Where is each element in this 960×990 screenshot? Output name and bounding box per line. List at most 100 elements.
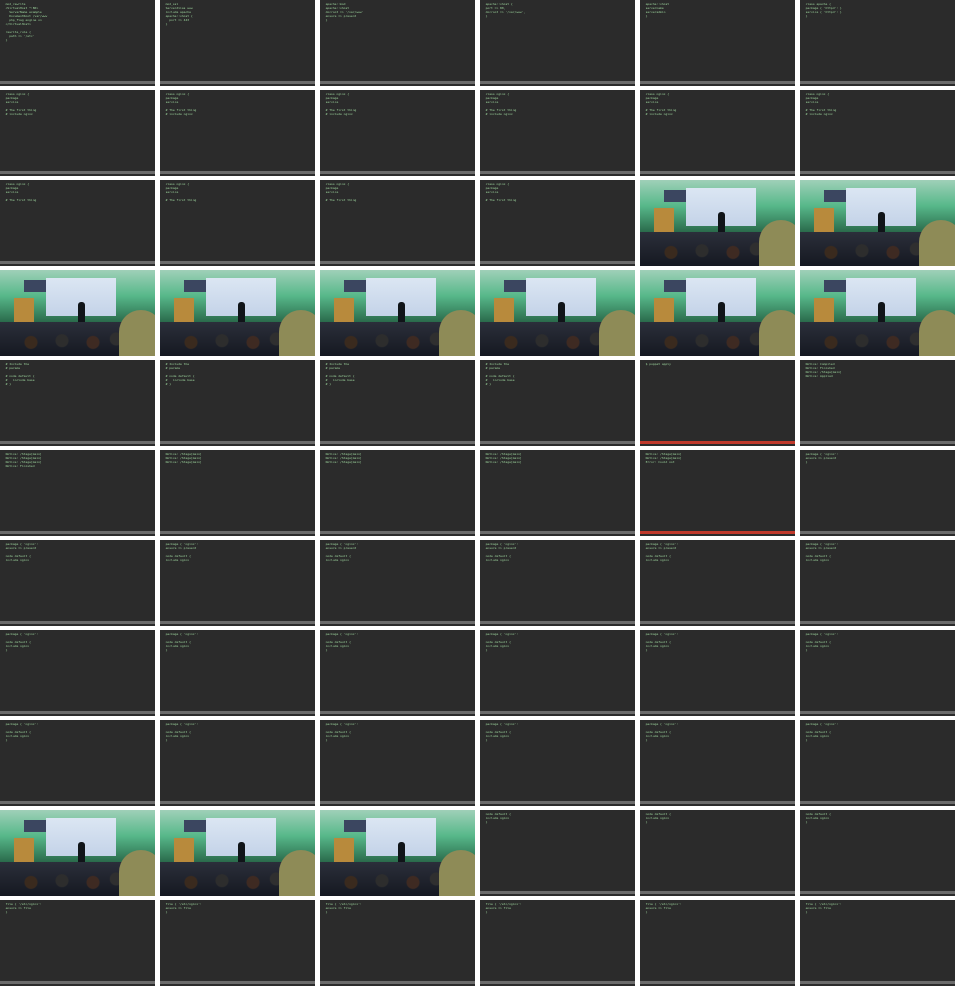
- photo-viewer: [439, 310, 475, 356]
- terminal-tile: class nginx { package service # The firs…: [640, 90, 795, 176]
- status-bar: [480, 531, 635, 534]
- status-bar: [0, 261, 155, 264]
- status-bar: [0, 81, 155, 84]
- status-bar: [800, 891, 955, 894]
- terminal-code: class nginx { package service # The firs…: [642, 92, 793, 168]
- terminal-tile: apache::vhost servername serveradmin }: [640, 0, 795, 86]
- photo-logo: [184, 820, 206, 832]
- terminal-code: class apache { package { 'httpd': } serv…: [802, 2, 953, 78]
- terminal-tile: # Include the # params # node default { …: [160, 360, 315, 446]
- code-line: # include nginx: [322, 112, 353, 116]
- photo-logo: [184, 280, 206, 292]
- status-bar: [640, 891, 795, 894]
- terminal-tile: package { 'nginx': node default { includ…: [800, 630, 955, 716]
- terminal-code: apache::vhost { port => 80, docroot => '…: [482, 2, 633, 78]
- terminal-tile: package { 'nginx': ensure => present nod…: [800, 540, 955, 626]
- lecture-photo-tile: [0, 810, 155, 896]
- terminal-tile: class nginx { package service # The firs…: [320, 180, 475, 266]
- terminal-code: package { 'nginx': ensure => present nod…: [482, 542, 633, 618]
- lecture-photo-tile: [0, 270, 155, 356]
- terminal-tile: package { 'nginx': node default { includ…: [800, 720, 955, 806]
- terminal-tile: package { 'nginx': ensure => present }: [800, 450, 955, 536]
- code-line: # The first thing: [162, 198, 197, 202]
- terminal-tile: package { 'nginx': node default { includ…: [320, 720, 475, 806]
- photo-viewer: [119, 310, 155, 356]
- code-line: include nginx: [482, 558, 510, 562]
- lecture-photo-tile: [160, 810, 315, 896]
- status-bar: [800, 801, 955, 804]
- terminal-code: package { 'nginx': ensure => present nod…: [642, 542, 793, 618]
- photo-logo: [664, 190, 686, 202]
- terminal-tile: Notice: /Stage[main] Notice: /Stage[main…: [320, 450, 475, 536]
- terminal-code: Notice: /Stage[main] Notice: /Stage[main…: [162, 452, 313, 528]
- code-line: }: [162, 738, 168, 742]
- code-line: }: [802, 738, 808, 742]
- terminal-tile: package { 'nginx': node default { includ…: [0, 720, 155, 806]
- photo-logo: [824, 280, 846, 292]
- code-line: include nginx: [642, 558, 670, 562]
- terminal-tile: mod_ssl ServerAlias www include apache a…: [160, 0, 315, 86]
- code-line: Notice: /Stage[main]: [482, 460, 522, 464]
- terminal-tile: file { '/etc/nginx': ensure => file }: [0, 900, 155, 986]
- terminal-tile: file { '/etc/nginx': ensure => file }: [640, 900, 795, 986]
- terminal-code: apache::mod apache::vhost docroot => '/v…: [322, 2, 473, 78]
- terminal-tile: class nginx { package service # The firs…: [0, 90, 155, 176]
- photo-logo: [24, 280, 46, 292]
- status-bar: [160, 801, 315, 804]
- code-line: }: [802, 460, 808, 464]
- terminal-code: class nginx { package service # The firs…: [482, 92, 633, 168]
- status-bar: [480, 711, 635, 714]
- code-line: }: [2, 648, 8, 652]
- lecture-photo-tile: [160, 270, 315, 356]
- terminal-code: # Include the # params # node default { …: [322, 362, 473, 438]
- code-line: # include nginx: [162, 112, 193, 116]
- status-bar: [640, 441, 795, 444]
- photo-viewer: [279, 310, 315, 356]
- code-line: # The first thing: [482, 198, 517, 202]
- terminal-tile: apache::mod apache::vhost docroot => '/v…: [320, 0, 475, 86]
- terminal-tile: package { 'nginx': node default { includ…: [640, 630, 795, 716]
- terminal-tile: package { 'nginx': ensure => present nod…: [640, 540, 795, 626]
- status-bar: [0, 171, 155, 174]
- terminal-code: class nginx { package service # The firs…: [322, 182, 473, 258]
- code-line: include nginx: [802, 558, 830, 562]
- status-bar: [800, 441, 955, 444]
- code-line: }: [162, 648, 168, 652]
- code-line: # include nginx: [642, 112, 673, 116]
- terminal-code: package { 'nginx': node default { includ…: [162, 722, 313, 798]
- terminal-code: # Include the # params # node default { …: [482, 362, 633, 438]
- terminal-code: package { 'nginx': node default { includ…: [482, 632, 633, 708]
- terminal-code: class nginx { package service # The firs…: [322, 92, 473, 168]
- photo-speaker: [238, 302, 245, 322]
- status-bar: [160, 81, 315, 84]
- status-bar: [0, 711, 155, 714]
- photo-speaker: [238, 842, 245, 862]
- code-line: }: [642, 648, 648, 652]
- terminal-tile: Notice: /Stage[main] Notice: /Stage[main…: [0, 450, 155, 536]
- terminal-code: file { '/etc/nginx': ensure => file }: [162, 902, 313, 978]
- code-line: }: [802, 820, 808, 824]
- terminal-tile: file { '/etc/nginx': ensure => file }: [800, 900, 955, 986]
- code-line: # The first thing: [322, 198, 357, 202]
- terminal-tile: class nginx { package service # The firs…: [480, 180, 635, 266]
- code-line: }: [642, 738, 648, 742]
- photo-logo: [344, 820, 366, 832]
- lecture-photo-tile: [640, 180, 795, 266]
- status-bar: [160, 441, 315, 444]
- terminal-tile: file { '/etc/nginx': ensure => file }: [480, 900, 635, 986]
- terminal-code: class nginx { package service # The firs…: [2, 92, 153, 168]
- code-line: }: [322, 738, 328, 742]
- status-bar: [0, 801, 155, 804]
- terminal-tile: $ puppet apply: [640, 360, 795, 446]
- terminal-tile: package { 'nginx': ensure => present nod…: [0, 540, 155, 626]
- terminal-code: package { 'nginx': node default { includ…: [2, 632, 153, 708]
- terminal-tile: file { '/etc/nginx': ensure => file }: [160, 900, 315, 986]
- status-bar: [320, 171, 475, 174]
- code-line: }: [482, 910, 488, 914]
- status-bar: [480, 801, 635, 804]
- status-bar: [640, 981, 795, 984]
- code-line: }: [642, 14, 648, 18]
- terminal-code: package { 'nginx': node default { includ…: [802, 632, 953, 708]
- terminal-code: class nginx { package service # The firs…: [162, 92, 313, 168]
